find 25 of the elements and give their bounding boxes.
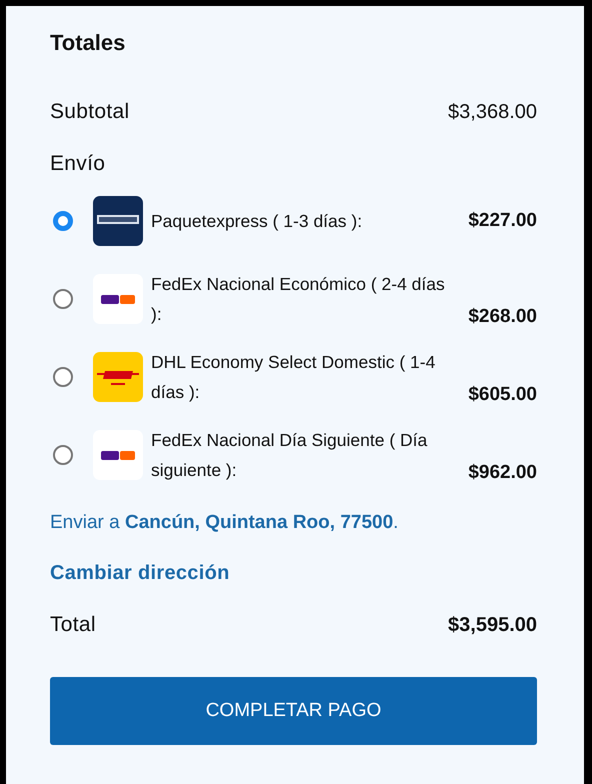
radio-button[interactable] [53,367,73,387]
complete-payment-button[interactable]: COMPLETAR PAGO [50,677,537,745]
shipping-price: $962.00 [468,462,537,484]
ship-to-text: Enviar a Cancún, Quintana Roo, 77500. [50,512,400,534]
radio-button[interactable] [53,289,73,309]
radio-button[interactable] [53,445,73,465]
radio-button[interactable] [53,211,73,231]
total-label: Total [50,613,96,637]
shipping-price: $605.00 [468,384,537,406]
logo-icon [93,274,143,324]
logo-icon [93,430,143,480]
section-title: Totales [50,30,126,56]
logo-icon [93,196,143,246]
total-value: $3,595.00 [448,614,537,636]
subtotal-value: $3,368.00 [448,100,537,124]
subtotal-label: Subtotal [50,100,130,124]
shipping-price: $268.00 [468,306,537,328]
shipping-option-label: Paquetexpress ( 1-3 días ): [151,210,364,233]
shipping-label: Envío [50,152,106,176]
shipping-option-label: FedEx Nacional Económico ( 2-4 días ): [151,273,446,326]
shipping-price: $227.00 [468,210,537,232]
shipping-option-label: FedEx Nacional Día Siguiente ( Día siguiente ): [151,429,428,482]
logo-icon [93,352,143,402]
shipping-option-label: DHL Economy Select Domestic ( 1-4 días ): [151,351,436,404]
change-address-link[interactable]: Cambiar dirección [50,562,230,585]
